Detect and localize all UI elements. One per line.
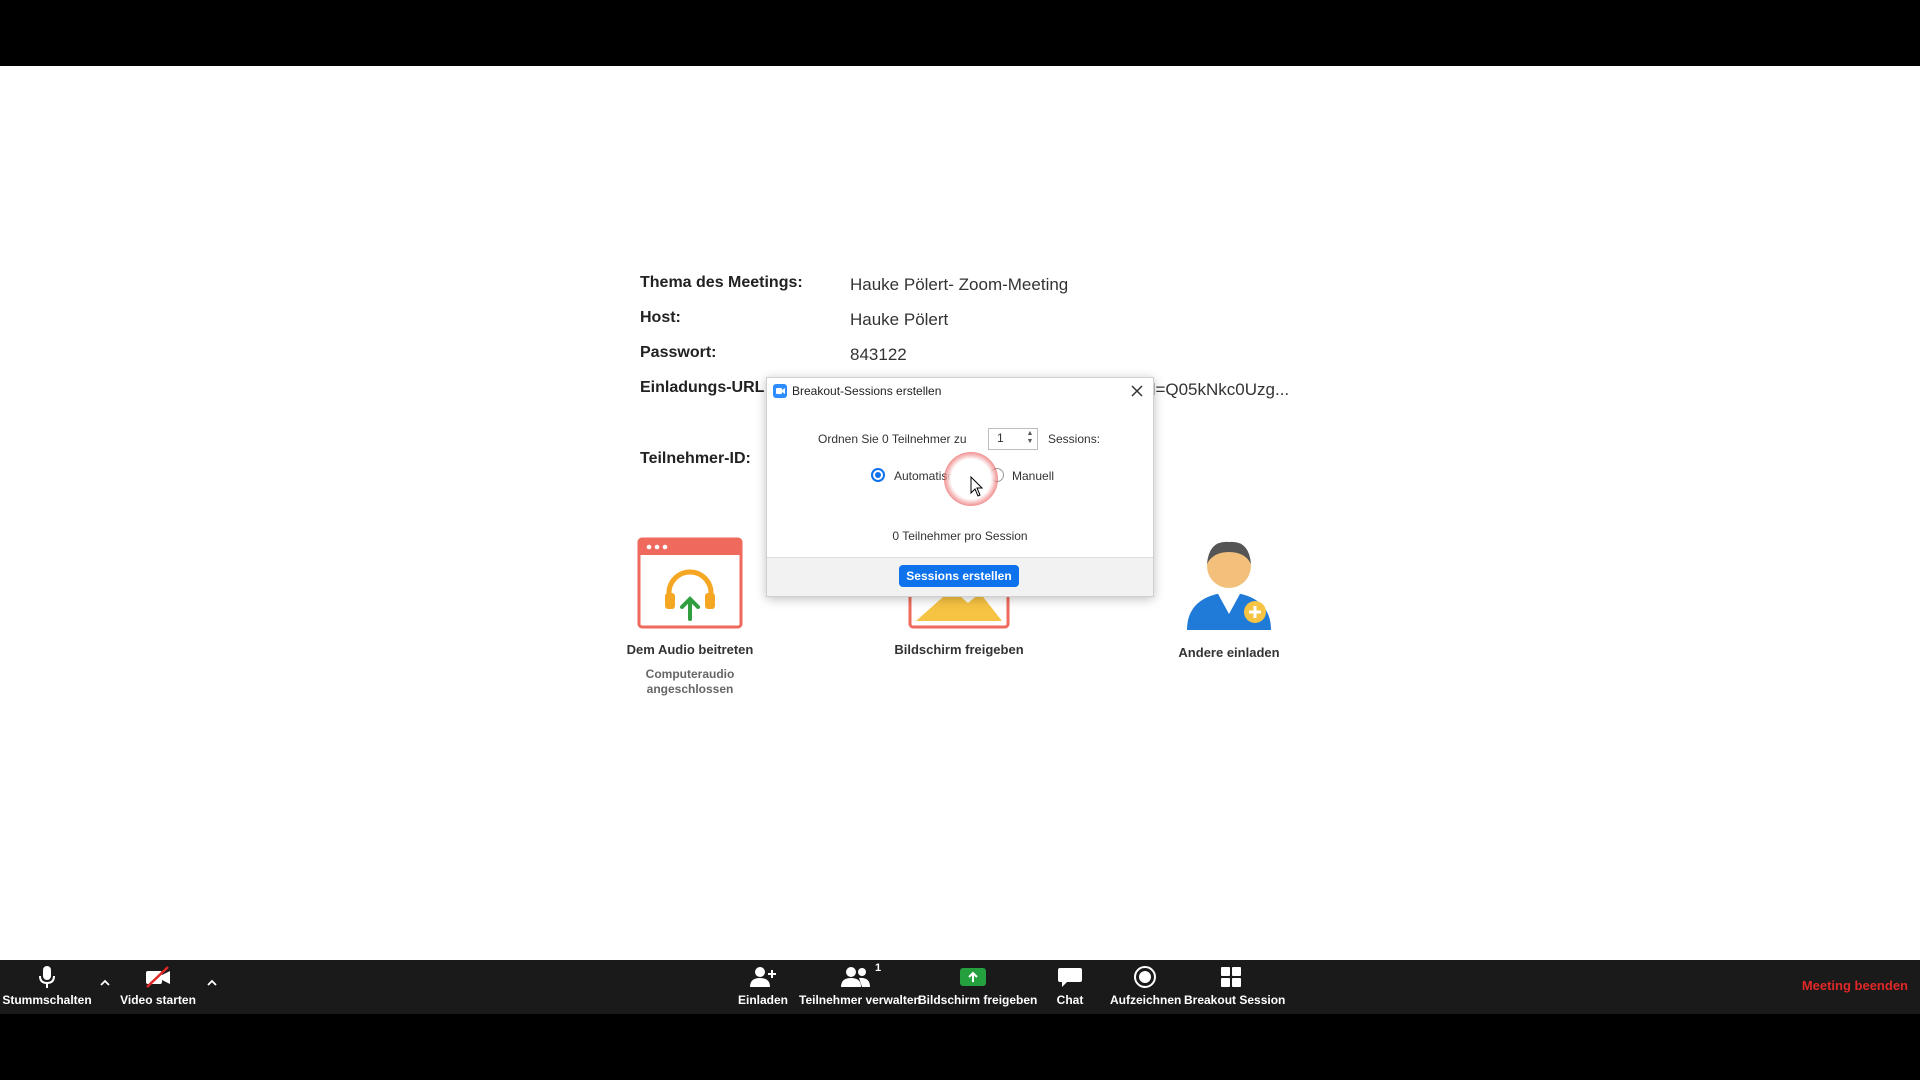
share-screen-button[interactable]: Bildschirm freigeben bbox=[918, 964, 1038, 1007]
invite-button[interactable]: Einladen bbox=[733, 964, 793, 1007]
topic-value: Hauke Pölert- Zoom-Meeting bbox=[850, 275, 1069, 294]
per-session-text: 0 Teilnehmer pro Session bbox=[892, 529, 1028, 543]
mouse-cursor-icon bbox=[970, 476, 984, 497]
share-screen-label: Bildschirm freigeben bbox=[894, 642, 1024, 657]
chat-bubble-icon bbox=[1058, 968, 1082, 987]
assign-prefix-text: Ordnen Sie 0 Teilnehmer zu bbox=[818, 432, 967, 446]
join-audio-label: Dem Audio beitreten bbox=[626, 642, 754, 657]
close-icon[interactable] bbox=[1129, 383, 1145, 399]
radio-automatic[interactable] bbox=[871, 468, 885, 482]
breakout-session-label: Breakout Session bbox=[1184, 993, 1286, 1007]
manage-participants-button[interactable]: 1 Teilnehmer verwalten bbox=[799, 962, 921, 1007]
end-meeting-button[interactable]: Meeting beenden bbox=[1802, 978, 1908, 993]
share-screen-up-icon bbox=[960, 968, 986, 986]
stepper-arrows-icon[interactable]: ▲ ▼ bbox=[1025, 430, 1035, 448]
chat-button[interactable]: Chat bbox=[1050, 964, 1090, 1007]
top-black-bar bbox=[0, 0, 1920, 66]
breakout-grid-icon bbox=[1221, 967, 1241, 987]
password-value: 843122 bbox=[850, 345, 907, 364]
invite-label: Einladen bbox=[737, 993, 788, 1007]
chat-label: Chat bbox=[1056, 993, 1084, 1007]
video-off-icon bbox=[146, 966, 170, 988]
headphones-upload-icon bbox=[637, 537, 743, 629]
zoom-app-icon bbox=[773, 384, 787, 398]
microphone-icon bbox=[39, 966, 55, 988]
meeting-toolbar: Stummschalten Video starten Einladen 1 T… bbox=[0, 960, 1920, 1014]
participants-icon bbox=[841, 967, 870, 987]
session-count-stepper[interactable]: ▲▼ bbox=[988, 428, 1038, 450]
dialog-title: Breakout-Sessions erstellen bbox=[792, 384, 942, 398]
mute-button[interactable]: Stummschalten bbox=[2, 964, 92, 1007]
create-sessions-button[interactable]: Sessions erstellen bbox=[899, 565, 1019, 587]
host-label: Host: bbox=[640, 309, 681, 326]
topic-label: Thema des Meetings: bbox=[640, 274, 803, 291]
invite-others-action[interactable]: Andere einladen bbox=[1144, 532, 1314, 660]
invite-person-icon bbox=[1187, 541, 1271, 630]
breakout-session-button[interactable]: Breakout Session bbox=[1184, 964, 1286, 1007]
chevron-up-icon[interactable] bbox=[98, 976, 112, 990]
assign-suffix-text: Sessions: bbox=[1048, 432, 1101, 446]
audio-status-text: Computeraudio angeschlossen bbox=[645, 667, 735, 696]
add-person-icon bbox=[750, 967, 776, 987]
invite-url-value[interactable]: d=Q05kNkc0Uzg... bbox=[1146, 380, 1289, 400]
record-label: Aufzeichnen bbox=[1110, 993, 1182, 1007]
start-video-label: Video starten bbox=[120, 993, 196, 1007]
session-count-input[interactable] bbox=[989, 429, 1025, 447]
mute-label: Stummschalten bbox=[2, 993, 92, 1007]
host-value: Hauke Pölert bbox=[850, 310, 949, 329]
share-screen-button-label: Bildschirm freigeben bbox=[918, 993, 1038, 1007]
participant-id-label: Teilnehmer-ID: bbox=[640, 450, 751, 467]
password-label: Passwort: bbox=[640, 344, 717, 361]
chevron-up-icon[interactable] bbox=[205, 976, 219, 990]
option-manual-label[interactable]: Manuell bbox=[1012, 469, 1054, 483]
invite-others-label: Andere einladen bbox=[1178, 645, 1280, 660]
invite-url-label: Einladungs-URL: bbox=[640, 379, 770, 396]
dialog-titlebar[interactable]: Breakout-Sessions erstellen bbox=[767, 378, 1153, 404]
record-icon bbox=[1134, 966, 1156, 988]
participants-count-badge: 1 bbox=[875, 962, 882, 974]
bottom-black-bar bbox=[0, 1014, 1920, 1080]
manage-participants-label: Teilnehmer verwalten bbox=[799, 993, 921, 1007]
record-button[interactable]: Aufzeichnen bbox=[1110, 964, 1182, 1007]
dialog-footer: Sessions erstellen bbox=[767, 557, 1153, 596]
start-video-button[interactable]: Video starten bbox=[113, 964, 203, 1007]
join-audio-action[interactable]: Dem Audio beitreten Computeraudio angesc… bbox=[605, 537, 775, 697]
